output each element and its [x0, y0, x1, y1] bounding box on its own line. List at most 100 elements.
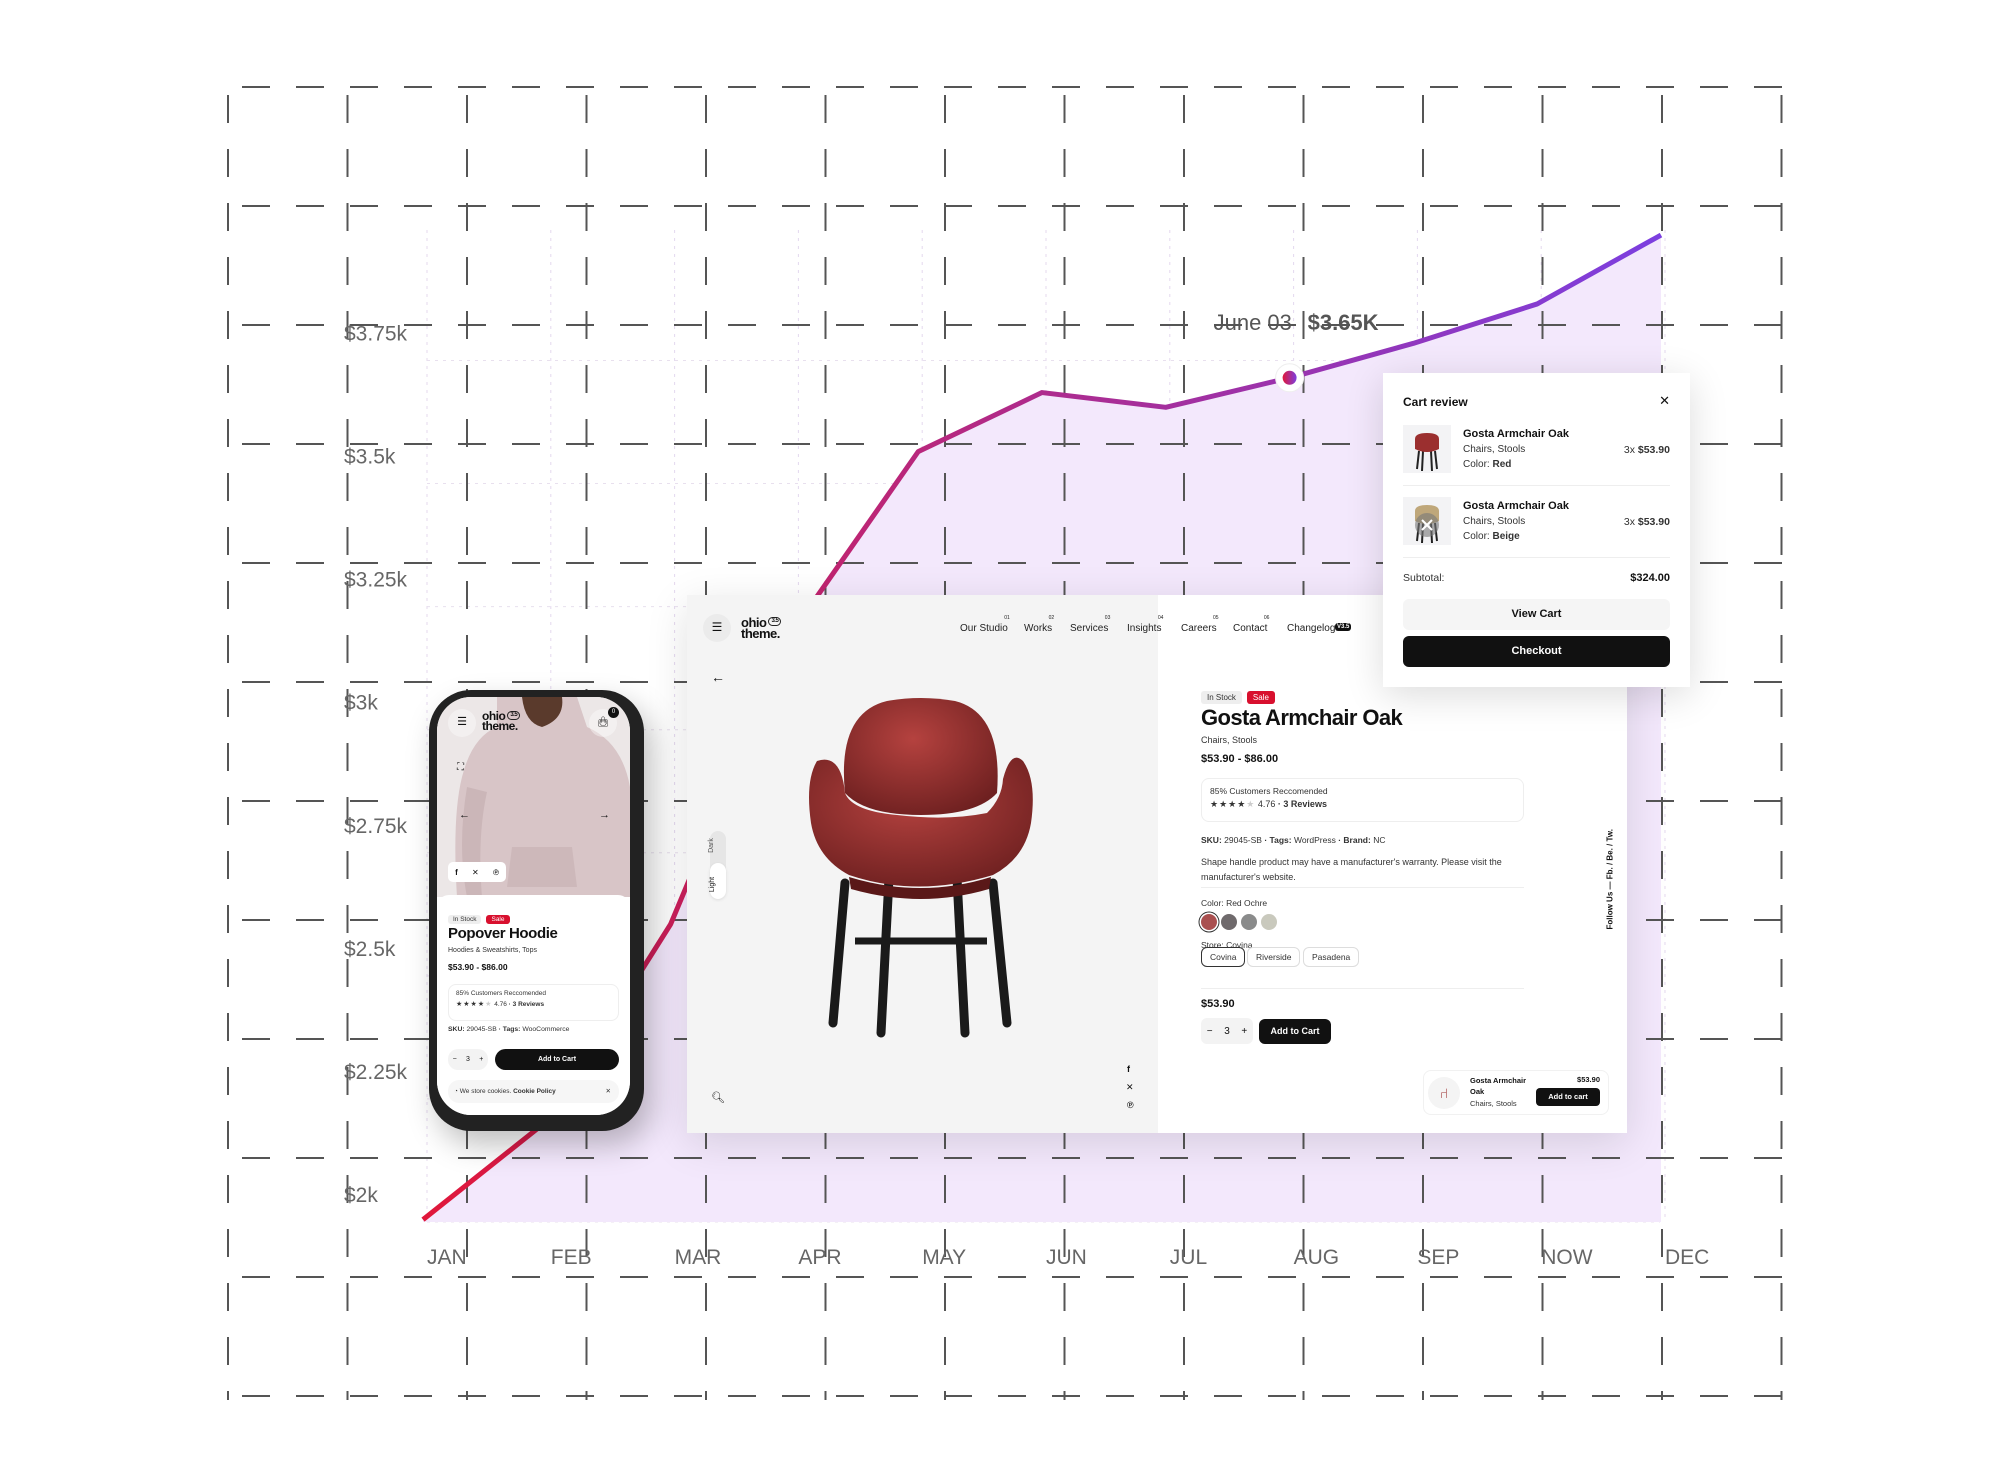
color-swatch[interactable]	[1201, 914, 1217, 930]
decrease-button[interactable]: −	[1207, 1026, 1213, 1037]
changelog-badge: V3.5	[1335, 623, 1352, 631]
nav-item-works[interactable]: Works 02	[1024, 615, 1054, 634]
view-cart-button[interactable]: View Cart	[1403, 599, 1670, 630]
mobile-quantity-stepper[interactable]: −3 +	[448, 1049, 488, 1070]
mobile-screen: ☰ ohio 3.5 theme. 👜︎ 0 ⛶ ← → f ✕ ℗ In Stock Sa…	[437, 697, 630, 1115]
store-option-riverside[interactable]: Riverside	[1247, 947, 1301, 967]
cart-title: Cart review	[1403, 395, 1468, 409]
sticky-product-category: Chairs, Stools	[1470, 1099, 1517, 1108]
nav-item-careers[interactable]: Careers 05	[1181, 615, 1219, 634]
mobile-logo[interactable]: ohio 3.5 theme.	[482, 710, 521, 732]
share-pinterest-icon[interactable]: ℗	[1127, 1100, 1134, 1110]
search-icon[interactable]: 🔍︎	[711, 1091, 725, 1104]
rating-value: 4.76	[1257, 799, 1276, 809]
sticky-product-thumb: ⑁	[1428, 1077, 1460, 1109]
store-option-pasadena[interactable]: Pasadena	[1303, 947, 1360, 967]
cookie-policy-link[interactable]: Cookie Policy	[513, 1088, 556, 1095]
mobile-cart-button[interactable]: 👜︎ 0	[589, 707, 619, 737]
logo-version: 3.5	[768, 617, 782, 626]
sticky-add-to-cart: ⑁ Gosta Armchair Oak Chairs, Stools $53.…	[1423, 1070, 1609, 1115]
product-badges: In Stock Sale	[1201, 687, 1280, 705]
tooltip-point[interactable]	[1282, 370, 1297, 385]
x-tick-label: MAY	[922, 1246, 966, 1269]
checkout-button[interactable]: Checkout	[1403, 636, 1670, 667]
cookie-close-icon[interactable]: ✕	[606, 1080, 611, 1103]
product-meta: SKU: 29045-SB · Tags: WordPress · Brand:…	[1201, 835, 1386, 845]
selected-price: $53.90	[1201, 998, 1235, 1010]
tooltip-date: June 03	[1214, 310, 1292, 335]
recommend-text: 85% Customers Reccomended	[456, 990, 546, 997]
theme-dark-label[interactable]: Dark	[708, 838, 715, 853]
mobile-product-category[interactable]: Hoodies & Sweatshirts, Tops	[448, 947, 537, 954]
menu-button[interactable]: ☰	[703, 614, 731, 642]
cart-item-qty: 3x	[1623, 444, 1635, 456]
follow-us-social[interactable]: Follow Us — Fb. / Be. / Tw.	[1606, 800, 1615, 929]
mobile-rating-box: 85% Customers Reccomended ★★★★★ 4.76 · 3…	[448, 984, 619, 1021]
product-category[interactable]: Chairs, Stools	[1201, 735, 1257, 745]
nav-item-insights[interactable]: Insights 04	[1127, 615, 1163, 634]
store-option-covina[interactable]: Covina	[1201, 947, 1246, 967]
share-x-icon[interactable]: ✕	[1126, 1082, 1134, 1093]
close-icon[interactable]: ✕	[1659, 393, 1670, 409]
mobile-price-range: $53.90 - $86.00	[448, 962, 508, 972]
add-to-cart-button[interactable]: Add to Cart	[1259, 1019, 1331, 1044]
back-arrow-icon[interactable]: ←	[711, 669, 725, 685]
cart-item-category: Chairs, Stools	[1463, 444, 1526, 455]
x-tick-label: JAN	[427, 1246, 467, 1269]
recommend-text: 85% Customers Reccomended	[1210, 786, 1328, 796]
y-tick-label: $2.5k	[344, 938, 396, 961]
reviews-link[interactable]: · 3 Reviews	[509, 1001, 544, 1008]
nav-item-our-studio[interactable]: Our Studio 01	[960, 615, 1010, 634]
cart-item-name[interactable]: Gosta Armchair Oak	[1463, 500, 1569, 512]
next-image-arrow[interactable]: →	[599, 809, 610, 821]
nav-item-services[interactable]: Services 03	[1070, 615, 1110, 634]
cart-item-thumb	[1403, 497, 1451, 545]
sale-badge: Sale	[1246, 691, 1275, 704]
mobile-badges: In Stock Sale	[448, 908, 515, 926]
x-icon[interactable]: ✕	[472, 868, 479, 877]
tag-link[interactable]: WordPress	[1294, 835, 1336, 845]
x-tick-label: DEC	[1665, 1246, 1709, 1269]
prev-image-arrow[interactable]: ←	[459, 809, 470, 821]
sale-badge: Sale	[486, 915, 510, 924]
fullscreen-icon[interactable]: ⛶	[457, 762, 464, 773]
nav-item-contact[interactable]: Contact 06	[1233, 615, 1269, 634]
tooltip-value: $3.65K	[1308, 310, 1379, 335]
mobile-menu-button[interactable]: ☰	[448, 709, 476, 737]
subtotal-value: $324.00	[1630, 572, 1670, 584]
color-swatch[interactable]	[1241, 914, 1257, 930]
mobile-add-to-cart-button[interactable]: Add to Cart	[495, 1049, 619, 1070]
theme-light-label[interactable]: Light	[709, 877, 716, 892]
quantity-stepper[interactable]: −3 +	[1201, 1018, 1253, 1044]
rating-box: 85% Customers Reccomended ★★★★★ 4.76 · 3…	[1201, 778, 1524, 822]
cart-item-thumb	[1403, 425, 1451, 473]
x-tick-label: FEB	[551, 1246, 592, 1269]
mobile-share-bar: f ✕ ℗	[448, 862, 506, 882]
color-swatch[interactable]	[1221, 914, 1237, 930]
color-swatch[interactable]	[1261, 914, 1277, 930]
cart-review-popup: Cart review ✕ Gosta Armchair Oak Chairs,…	[1383, 373, 1690, 687]
y-tick-label: $3.25k	[344, 569, 408, 592]
sticky-product-name: Gosta Armchair Oak	[1470, 1076, 1526, 1096]
cart-item-color: Beige	[1492, 531, 1520, 542]
nav-item-changelog[interactable]: Changelog	[1287, 623, 1335, 634]
sticky-add-to-cart-button[interactable]: Add to cart	[1536, 1088, 1600, 1106]
y-tick-label: $2.75k	[344, 815, 408, 838]
cart-item-name[interactable]: Gosta Armchair Oak	[1463, 428, 1569, 440]
x-tick-label: JUN	[1046, 1246, 1087, 1269]
sticky-price: $53.90	[1577, 1075, 1600, 1084]
product-description: Shape handle product may have a manufact…	[1201, 857, 1502, 882]
reviews-link[interactable]: · 3 Reviews	[1278, 799, 1327, 809]
logo-line2: theme.	[741, 626, 780, 641]
product-title: Gosta Armchair Oak	[1201, 705, 1403, 730]
y-tick-label: $3k	[344, 692, 378, 715]
quantity-value[interactable]: 3	[1224, 1026, 1230, 1037]
product-image-chair	[809, 698, 1033, 1038]
pinterest-icon[interactable]: ℗	[493, 868, 499, 877]
theme-toggle[interactable]: Dark Light	[708, 831, 726, 899]
x-tick-label: NOW	[1541, 1246, 1593, 1269]
share-facebook-icon[interactable]: f	[1127, 1064, 1130, 1074]
facebook-icon[interactable]: f	[455, 868, 458, 877]
logo[interactable]: ohio 3.5 theme.	[741, 616, 782, 641]
increase-button[interactable]: +	[1241, 1026, 1247, 1037]
